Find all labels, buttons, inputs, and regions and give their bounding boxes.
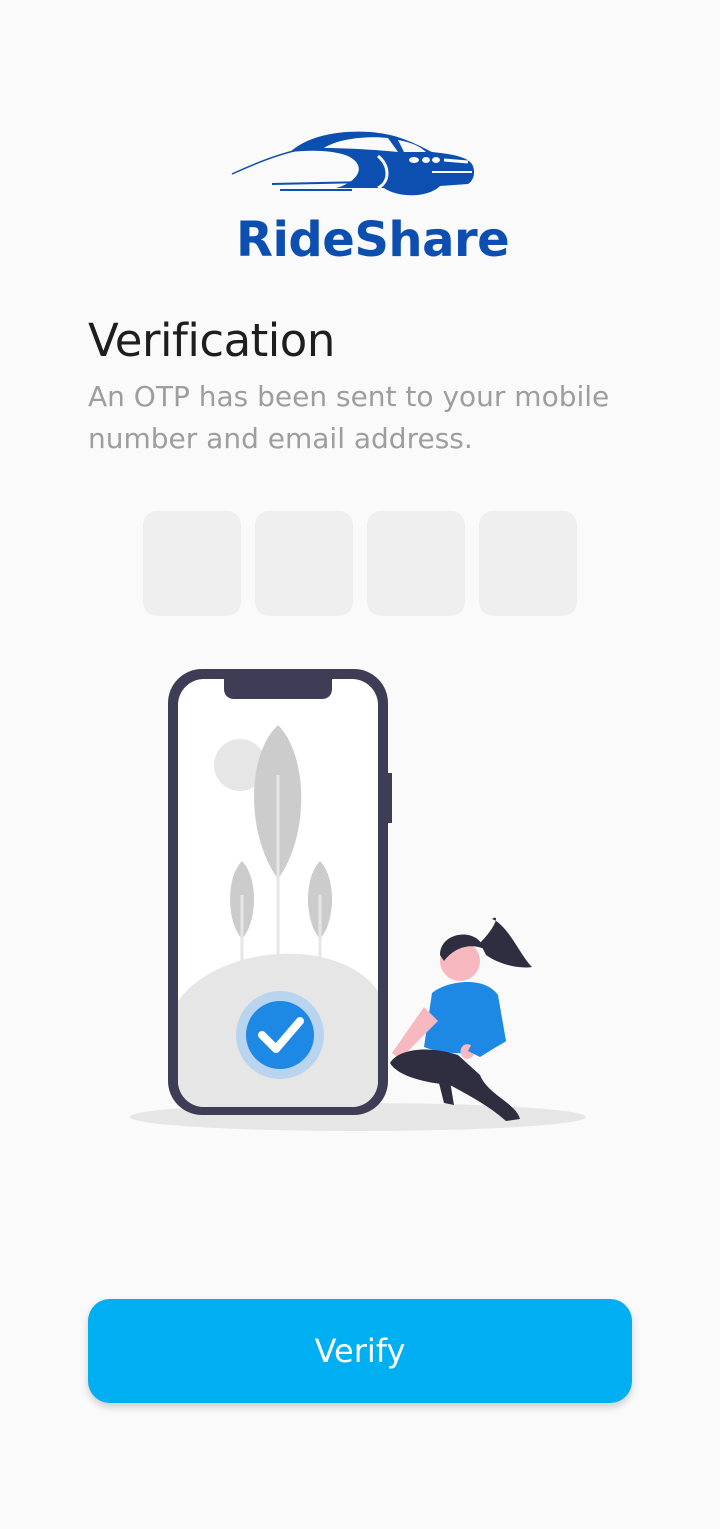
page-title: Verification [88, 314, 335, 367]
verify-button[interactable]: Verify [88, 1299, 632, 1403]
page-subtitle: An OTP has been sent to your mobile numb… [88, 380, 610, 455]
otp-digit-4[interactable] [479, 511, 577, 616]
brand-logo: RideShare [228, 126, 510, 268]
check-badge-icon [236, 991, 324, 1079]
otp-input-group [143, 511, 577, 616]
phone-verified-illustration [128, 665, 592, 1140]
otp-digit-1[interactable] [143, 511, 241, 616]
otp-digit-2[interactable] [255, 511, 353, 616]
otp-digit-3[interactable] [367, 511, 465, 616]
car-logo-icon [231, 131, 475, 196]
brand-name: RideShare [236, 212, 510, 268]
woman-figure [390, 917, 532, 1121]
